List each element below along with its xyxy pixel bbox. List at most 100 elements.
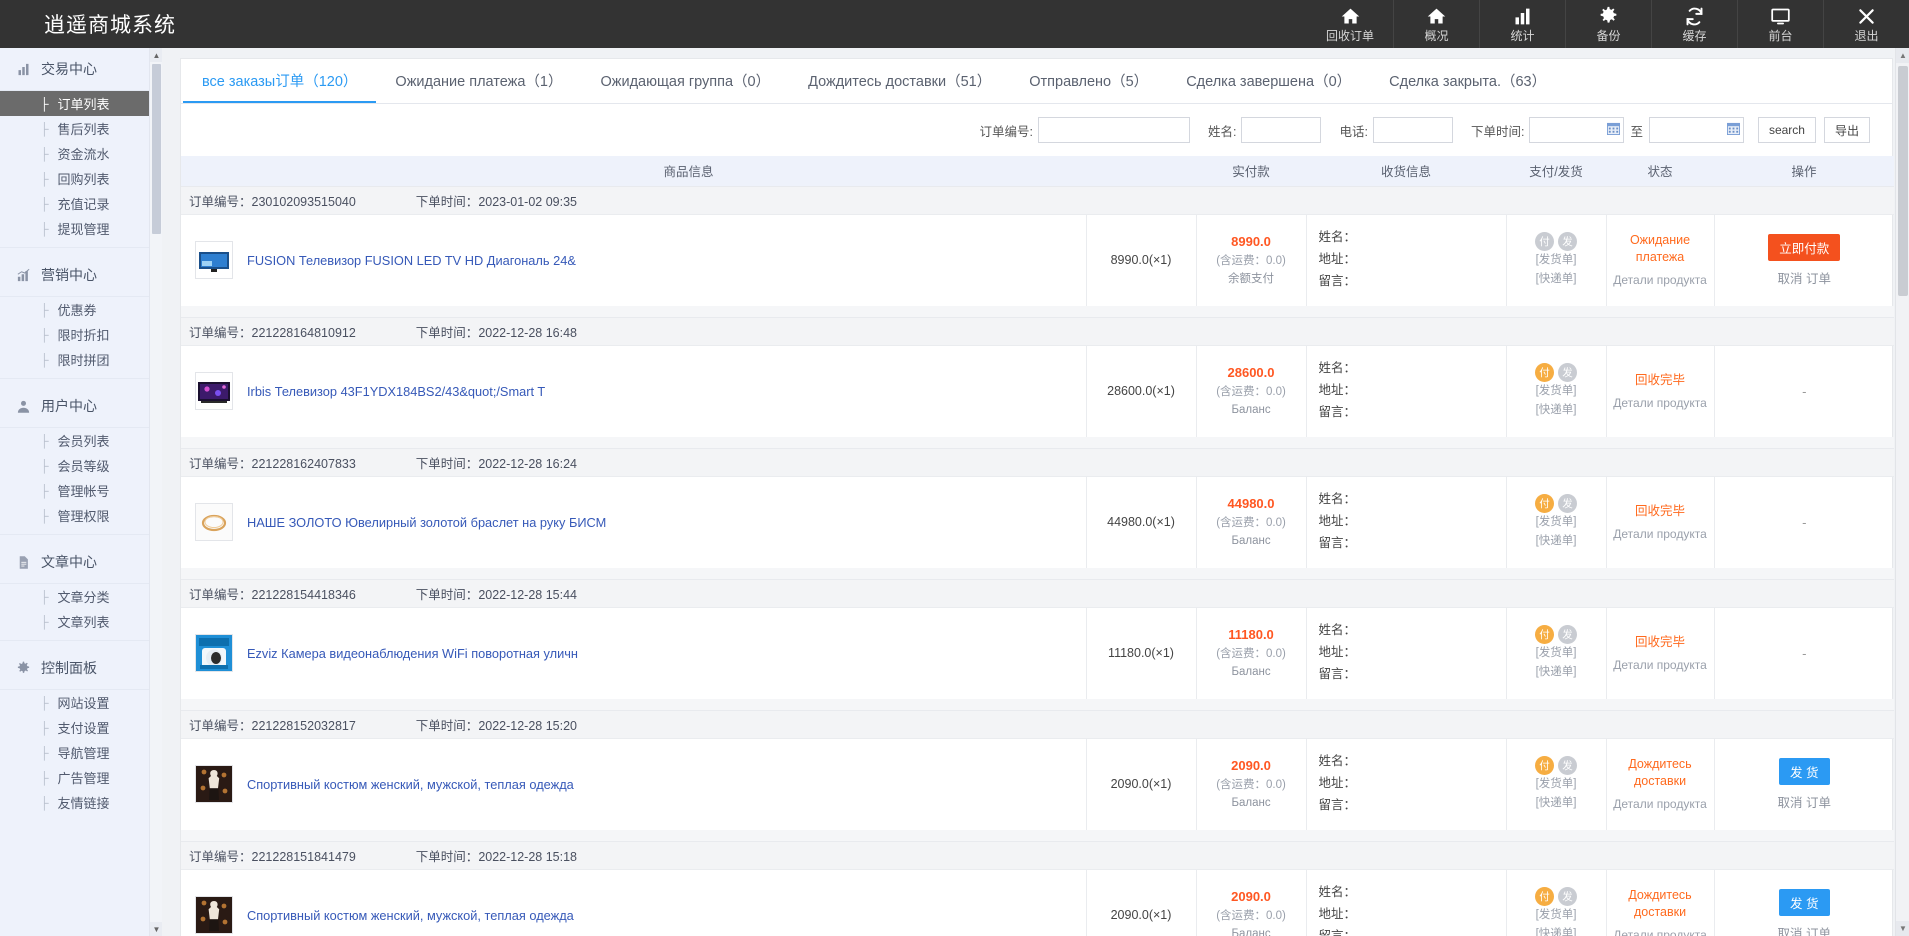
express-doc-link[interactable]: [快递单]: [1508, 925, 1605, 936]
product-name-link[interactable]: Спортивный костюм женский, мужской, тепл…: [247, 777, 574, 792]
topnav-item-7[interactable]: 退出: [1823, 0, 1909, 48]
pay-now-button[interactable]: 立即付款: [1768, 234, 1840, 261]
ship-button[interactable]: 发 货: [1779, 758, 1829, 785]
sidebar-group-header[interactable]: 营销中心: [0, 254, 161, 297]
order-no-input[interactable]: [1038, 117, 1190, 143]
product-name-link[interactable]: Irbis Телевизор 43F1YDX184BS2/43&quot;/S…: [247, 384, 545, 399]
product-detail-link[interactable]: Детали продукта: [1608, 796, 1713, 812]
tab-4[interactable]: Дождитесь доставки（51）: [789, 59, 1010, 103]
product-name-link[interactable]: НАШЕ ЗОЛОТО Ювелирный золотой браслет на…: [247, 515, 606, 530]
search-button[interactable]: search: [1758, 117, 1816, 143]
express-doc-link[interactable]: [快递单]: [1508, 532, 1605, 550]
topnav-item-3[interactable]: 统计: [1479, 0, 1565, 48]
express-doc-link[interactable]: [快递单]: [1508, 401, 1605, 419]
sidebar-scrollbar[interactable]: ▲ ▼: [149, 48, 162, 936]
express-doc-link[interactable]: [快递单]: [1508, 794, 1605, 812]
sidebar-item-3-2[interactable]: ├会员等级: [0, 453, 161, 478]
sidebar-item-2-1[interactable]: ├优惠券: [0, 297, 161, 322]
product-thumbnail[interactable]: [195, 372, 233, 410]
paid-status-dot[interactable]: 付: [1535, 756, 1554, 775]
ship-button[interactable]: 发 货: [1779, 889, 1829, 916]
sidebar-item-5-4[interactable]: ├广告管理: [0, 765, 161, 790]
express-doc-link[interactable]: [快递单]: [1508, 270, 1605, 288]
tab-1[interactable]: все заказы订单（120）: [183, 59, 376, 103]
topnav-item-1[interactable]: 回收订单: [1307, 0, 1393, 48]
sidebar-item-1-3[interactable]: ├资金流水: [0, 141, 161, 166]
topnav-item-4[interactable]: 备份: [1565, 0, 1651, 48]
shipped-status-dot[interactable]: 发: [1558, 756, 1577, 775]
tab-5[interactable]: Отправлено（5）: [1010, 59, 1167, 103]
product-thumbnail[interactable]: [195, 896, 233, 934]
shipped-status-dot[interactable]: 发: [1558, 625, 1577, 644]
date-from-input[interactable]: [1529, 117, 1624, 143]
sidebar-item-2-2[interactable]: ├限时折扣: [0, 322, 161, 347]
product-thumbnail[interactable]: [195, 503, 233, 541]
sidebar-item-3-3[interactable]: ├管理帐号: [0, 478, 161, 503]
sidebar-item-5-1[interactable]: ├网站设置: [0, 690, 161, 715]
main-scroll-down-icon[interactable]: ▼: [1896, 921, 1909, 936]
cancel-order-link[interactable]: 取消 订单: [1716, 792, 1894, 811]
product-thumbnail[interactable]: [195, 634, 233, 672]
main-scroll-up-icon[interactable]: ▲: [1896, 48, 1909, 63]
sidebar-item-3-1[interactable]: ├会员列表: [0, 428, 161, 453]
shipping-doc-link[interactable]: [发货单]: [1508, 906, 1605, 924]
paid-status-dot[interactable]: 付: [1535, 625, 1554, 644]
export-button[interactable]: 导出: [1824, 117, 1870, 143]
shipping-doc-link[interactable]: [发货单]: [1508, 382, 1605, 400]
main-scrollbar[interactable]: ▲ ▼: [1895, 48, 1909, 936]
sidebar-group-header[interactable]: 文章中心: [0, 541, 161, 584]
sidebar-item-3-4[interactable]: ├管理权限: [0, 503, 161, 528]
product-detail-link[interactable]: Детали продукта: [1608, 272, 1713, 288]
paid-status-dot[interactable]: 付: [1535, 887, 1554, 906]
topnav-item-2[interactable]: 概况: [1393, 0, 1479, 48]
shipping-doc-link[interactable]: [发货单]: [1508, 513, 1605, 531]
sidebar-item-1-5[interactable]: ├充值记录: [0, 191, 161, 216]
main-scroll-thumb[interactable]: [1898, 66, 1908, 296]
topnav-item-5[interactable]: 缓存: [1651, 0, 1737, 48]
sidebar-item-4-1[interactable]: ├文章分类: [0, 584, 161, 609]
sidebar-item-5-2[interactable]: ├支付设置: [0, 715, 161, 740]
sidebar-item-5-3[interactable]: ├导航管理: [0, 740, 161, 765]
tab-2[interactable]: Ожидание платежа（1）: [376, 59, 581, 103]
sidebar-item-1-6[interactable]: ├提现管理: [0, 216, 161, 241]
sidebar-item-1-2[interactable]: ├售后列表: [0, 116, 161, 141]
sidebar-scroll-thumb[interactable]: [152, 64, 161, 234]
phone-input[interactable]: [1373, 117, 1453, 143]
sidebar-group-header[interactable]: 控制面板: [0, 647, 161, 690]
tab-3[interactable]: Ожидающая группа（0）: [582, 59, 790, 103]
sidebar-item-2-3[interactable]: ├限时拼团: [0, 347, 161, 372]
shipped-status-dot[interactable]: 发: [1558, 363, 1577, 382]
shipping-doc-link[interactable]: [发货单]: [1508, 775, 1605, 793]
sidebar-item-1-4[interactable]: ├回购列表: [0, 166, 161, 191]
shipped-status-dot[interactable]: 发: [1558, 232, 1577, 251]
product-detail-link[interactable]: Детали продукта: [1608, 927, 1713, 936]
cancel-order-link[interactable]: 取消 订单: [1716, 268, 1894, 287]
tab-6[interactable]: Сделка завершена（0）: [1167, 59, 1370, 103]
shipping-doc-link[interactable]: [发货单]: [1508, 251, 1605, 269]
cancel-order-link[interactable]: 取消 订单: [1716, 923, 1894, 936]
product-detail-link[interactable]: Детали продукта: [1608, 395, 1713, 411]
product-thumbnail[interactable]: [195, 765, 233, 803]
shipped-status-dot[interactable]: 发: [1558, 494, 1577, 513]
sidebar-item-4-2[interactable]: ├文章列表: [0, 609, 161, 634]
paid-status-dot[interactable]: 付: [1535, 232, 1554, 251]
product-thumbnail[interactable]: [195, 241, 233, 279]
sidebar-group-header[interactable]: 交易中心: [0, 48, 161, 91]
sidebar-group-header[interactable]: 用户中心: [0, 385, 161, 428]
name-input[interactable]: [1241, 117, 1321, 143]
sidebar-item-1-1[interactable]: ├订单列表: [0, 91, 161, 116]
topnav-item-6[interactable]: 前台: [1737, 0, 1823, 48]
tab-7[interactable]: Сделка закрыта.（63）: [1370, 59, 1565, 103]
product-name-link[interactable]: Ezviz Камера видеонаблюдения WiFi поворо…: [247, 646, 578, 661]
product-detail-link[interactable]: Детали продукта: [1608, 526, 1713, 542]
product-detail-link[interactable]: Детали продукта: [1608, 657, 1713, 673]
paid-status-dot[interactable]: 付: [1535, 363, 1554, 382]
product-name-link[interactable]: FUSION Телевизор FUSION LED TV HD Диагон…: [247, 253, 576, 268]
paid-status-dot[interactable]: 付: [1535, 494, 1554, 513]
product-name-link[interactable]: Спортивный костюм женский, мужской, тепл…: [247, 908, 574, 923]
shipped-status-dot[interactable]: 发: [1558, 887, 1577, 906]
shipping-doc-link[interactable]: [发货单]: [1508, 644, 1605, 662]
date-to-input[interactable]: [1649, 117, 1744, 143]
express-doc-link[interactable]: [快递单]: [1508, 663, 1605, 681]
sidebar-item-5-5[interactable]: ├友情链接: [0, 790, 161, 815]
